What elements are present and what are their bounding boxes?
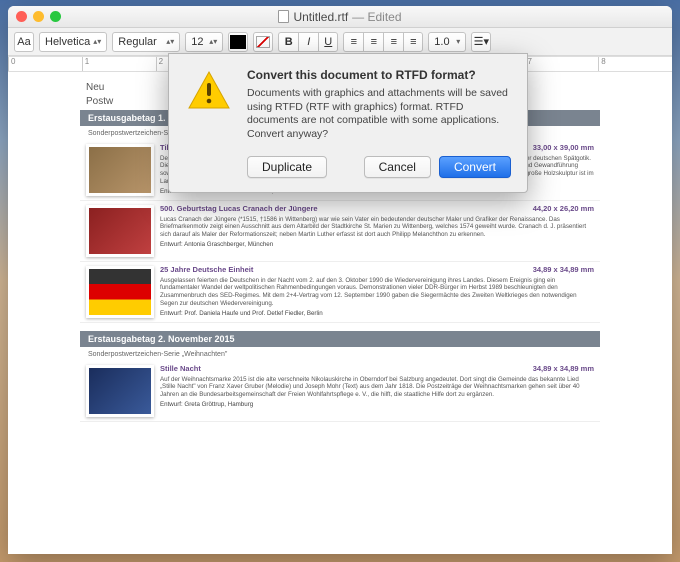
dialog-buttons: Duplicate Cancel Convert bbox=[247, 156, 511, 178]
entry-design-credit: Entwurf: Antonia Graschberger, München bbox=[160, 241, 594, 248]
entry-description: Auf der Weihnachtsmarke 2015 ist die alt… bbox=[160, 376, 594, 399]
dialog-title: Convert this document to RTFD format? bbox=[247, 68, 511, 82]
entry-design-credit: Entwurf: Prof. Daniela Haufe und Prof. D… bbox=[160, 310, 594, 317]
entry-dimensions: 33,00 x 39,00 mm bbox=[533, 144, 594, 153]
align-justify-button[interactable]: ≡ bbox=[403, 32, 423, 52]
line-spacing-select[interactable]: 1.0 ▾ bbox=[428, 32, 466, 52]
convert-button[interactable]: Convert bbox=[439, 156, 511, 178]
font-style-value: Regular bbox=[118, 36, 157, 48]
font-size-value: 12 bbox=[191, 36, 203, 48]
font-style-select[interactable]: Regular ▴▾ bbox=[112, 32, 180, 52]
highlight-color-button[interactable] bbox=[253, 32, 273, 52]
text-style-group: B I U bbox=[278, 32, 338, 52]
align-left-button[interactable]: ≡ bbox=[343, 32, 363, 52]
styles-button[interactable]: Aa bbox=[14, 32, 34, 52]
cancel-button[interactable]: Cancel bbox=[364, 156, 431, 178]
maximize-window-button[interactable] bbox=[50, 11, 61, 22]
chevron-updown-icon: ▴▾ bbox=[93, 39, 101, 44]
color-swatch-icon bbox=[230, 35, 246, 49]
stamp-thumbnail bbox=[86, 365, 154, 417]
entry-dimensions: 34,89 x 34,89 mm bbox=[533, 365, 594, 374]
entry-description: Ausgelassen feierten die Deutschen in de… bbox=[160, 277, 594, 308]
entry-description: Lucas Cranach der Jüngere (*1515, †1586 … bbox=[160, 216, 594, 239]
chevron-updown-icon: ▾ bbox=[456, 39, 460, 44]
list-style-button[interactable]: ☰▾ bbox=[471, 32, 491, 52]
chevron-updown-icon: ▴▾ bbox=[166, 39, 174, 44]
stamp-thumbnail bbox=[86, 144, 154, 196]
convert-rtfd-dialog: Convert this document to RTFD format? Do… bbox=[168, 53, 528, 193]
stamp-thumbnail bbox=[86, 205, 154, 257]
stamp-entry: Stille Nacht 34,89 x 34,89 mm Auf der We… bbox=[80, 361, 600, 422]
format-toolbar: Aa Helvetica ▴▾ Regular ▴▾ 12 ▴▾ B I U ≡… bbox=[8, 28, 672, 56]
stamp-entry: 500. Geburtstag Lucas Cranach der Jünger… bbox=[80, 201, 600, 262]
titlebar: Untitled.rtf — Edited bbox=[8, 6, 672, 28]
warning-icon bbox=[185, 68, 233, 116]
entry-design-credit: Entwurf: Greta Gröttrup, Hamburg bbox=[160, 401, 594, 408]
minimize-window-button[interactable] bbox=[33, 11, 44, 22]
section-header: Erstausgabetag 2. November 2015 bbox=[80, 331, 600, 347]
line-spacing-value: 1.0 bbox=[434, 36, 449, 48]
duplicate-button[interactable]: Duplicate bbox=[247, 156, 327, 178]
font-size-select[interactable]: 12 ▴▾ bbox=[185, 32, 223, 52]
entry-title: 25 Jahre Deutsche Einheit bbox=[160, 266, 253, 275]
stamp-thumbnail bbox=[86, 266, 154, 318]
entry-dimensions: 44,20 x 26,20 mm bbox=[533, 205, 594, 214]
text-color-button[interactable] bbox=[228, 32, 248, 52]
document-icon bbox=[278, 10, 289, 23]
italic-button[interactable]: I bbox=[298, 32, 318, 52]
entry-title: 500. Geburtstag Lucas Cranach der Jünger… bbox=[160, 205, 318, 214]
no-color-icon bbox=[256, 36, 270, 48]
dialog-body: Convert this document to RTFD format? Do… bbox=[247, 68, 511, 178]
traffic-lights bbox=[16, 11, 61, 22]
align-center-button[interactable]: ≡ bbox=[363, 32, 383, 52]
font-family-value: Helvetica bbox=[45, 36, 90, 48]
document-title: Untitled.rtf bbox=[293, 10, 348, 24]
title-center: Untitled.rtf — Edited bbox=[8, 10, 672, 24]
stamp-entry: 25 Jahre Deutsche Einheit 34,89 x 34,89 … bbox=[80, 262, 600, 323]
dialog-message: Documents with graphics and attachments … bbox=[247, 87, 511, 142]
align-group: ≡ ≡ ≡ ≡ bbox=[343, 32, 423, 52]
align-right-button[interactable]: ≡ bbox=[383, 32, 403, 52]
app-window: Untitled.rtf — Edited Aa Helvetica ▴▾ Re… bbox=[8, 6, 672, 554]
entry-dimensions: 34,89 x 34,89 mm bbox=[533, 266, 594, 275]
chevron-updown-icon: ▴▾ bbox=[209, 39, 217, 44]
bold-button[interactable]: B bbox=[278, 32, 298, 52]
underline-button[interactable]: U bbox=[318, 32, 338, 52]
close-window-button[interactable] bbox=[16, 11, 27, 22]
series-label: Sonderpostwertzeichen-Serie „Weihnachten… bbox=[80, 348, 600, 361]
font-family-select[interactable]: Helvetica ▴▾ bbox=[39, 32, 107, 52]
edited-label: — Edited bbox=[352, 10, 401, 24]
entry-title: Stille Nacht bbox=[160, 365, 201, 374]
